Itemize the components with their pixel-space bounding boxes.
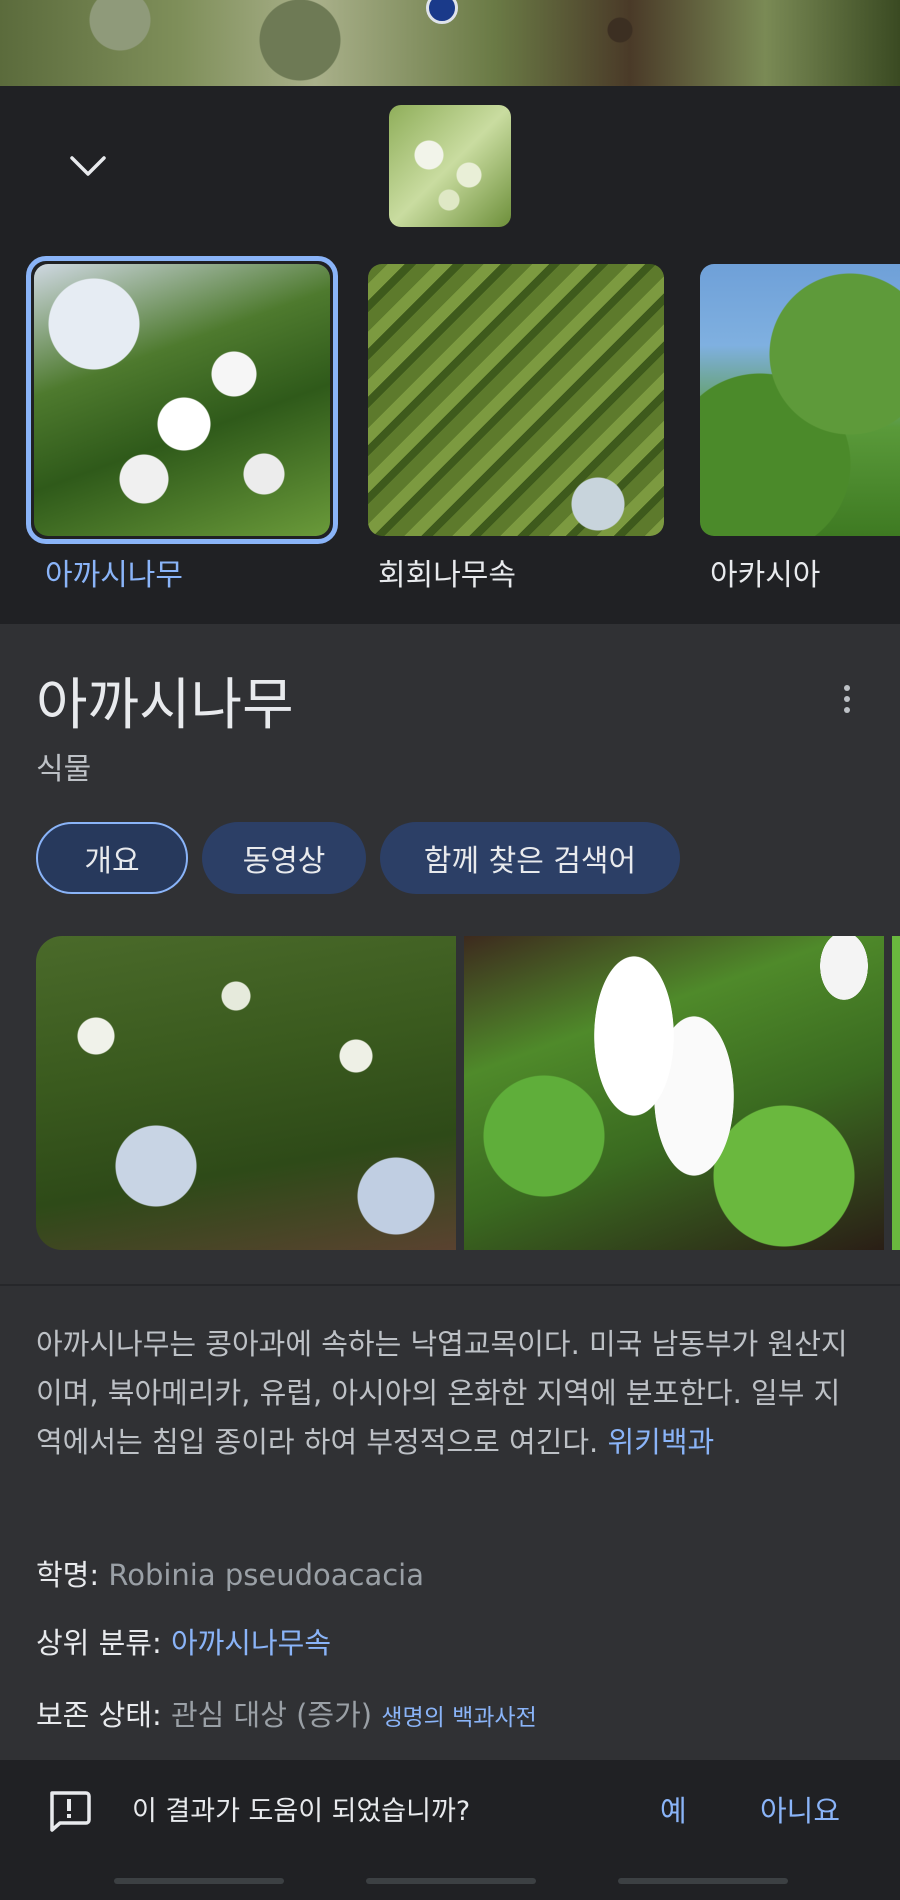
fact-conservation-status: 보존 상태: 관심 대상 (증가) 생명의 백과사전	[36, 1692, 537, 1738]
match-label[interactable]: 아까시나무	[45, 554, 183, 598]
chevron-down-icon	[70, 156, 106, 176]
source-link[interactable]: 위키백과	[607, 1425, 714, 1459]
feedback-yes-button[interactable]: 예	[660, 1788, 687, 1834]
fact-key: 상위 분류:	[36, 1626, 171, 1660]
match-label[interactable]: 회회나무속	[378, 554, 516, 598]
gallery-image[interactable]	[892, 936, 900, 1250]
fact-scientific-name: 학명: Robinia pseudoacacia	[36, 1552, 424, 1598]
more-vert-icon	[844, 685, 850, 713]
tab-videos[interactable]: 동영상	[202, 822, 366, 894]
match-image[interactable]	[700, 264, 900, 536]
feedback-icon	[50, 1791, 91, 1832]
collapse-button[interactable]	[62, 140, 114, 192]
fact-parent-taxon: 상위 분류: 아까시나무속	[36, 1620, 331, 1666]
fact-key: 학명:	[36, 1558, 109, 1592]
match-label[interactable]: 아카시아	[710, 554, 820, 598]
fact-source-link[interactable]: 생명의 백과사전	[381, 1705, 536, 1731]
query-image-thumbnail[interactable]	[389, 105, 511, 227]
fact-key: 보존 상태:	[36, 1698, 171, 1732]
fact-value: Robinia pseudoacacia	[108, 1558, 424, 1592]
tab-related-searches[interactable]: 함께 찾은 검색어	[380, 822, 680, 894]
divider	[0, 1284, 900, 1286]
tab-overview[interactable]: 개요	[36, 822, 188, 894]
feedback-question: 이 결과가 도움이 되었습니까?	[132, 1796, 471, 1827]
fact-link[interactable]: 아까시나무속	[171, 1626, 331, 1660]
tab-indicator[interactable]	[618, 1878, 788, 1884]
gallery-image[interactable]	[36, 936, 456, 1250]
panel-subtitle: 식물	[36, 752, 92, 787]
gallery-image[interactable]	[464, 936, 884, 1250]
tab-indicator[interactable]	[114, 1878, 284, 1884]
more-options-button[interactable]	[834, 674, 860, 724]
description-text: 아까시나무는 콩아과에 속하는 낙엽교목이다. 미국 남동부가 원산지이며, 북…	[36, 1327, 848, 1459]
description: 아까시나무는 콩아과에 속하는 낙엽교목이다. 미국 남동부가 원산지이며, 북…	[36, 1320, 866, 1467]
fact-value: 관심 대상 (증가)	[170, 1698, 382, 1732]
tab-indicator[interactable]	[366, 1878, 536, 1884]
panel-title: 아까시나무	[36, 673, 294, 738]
feedback-no-button[interactable]: 아니요	[760, 1788, 840, 1834]
match-image[interactable]	[368, 264, 664, 536]
selected-match-frame	[26, 256, 338, 544]
